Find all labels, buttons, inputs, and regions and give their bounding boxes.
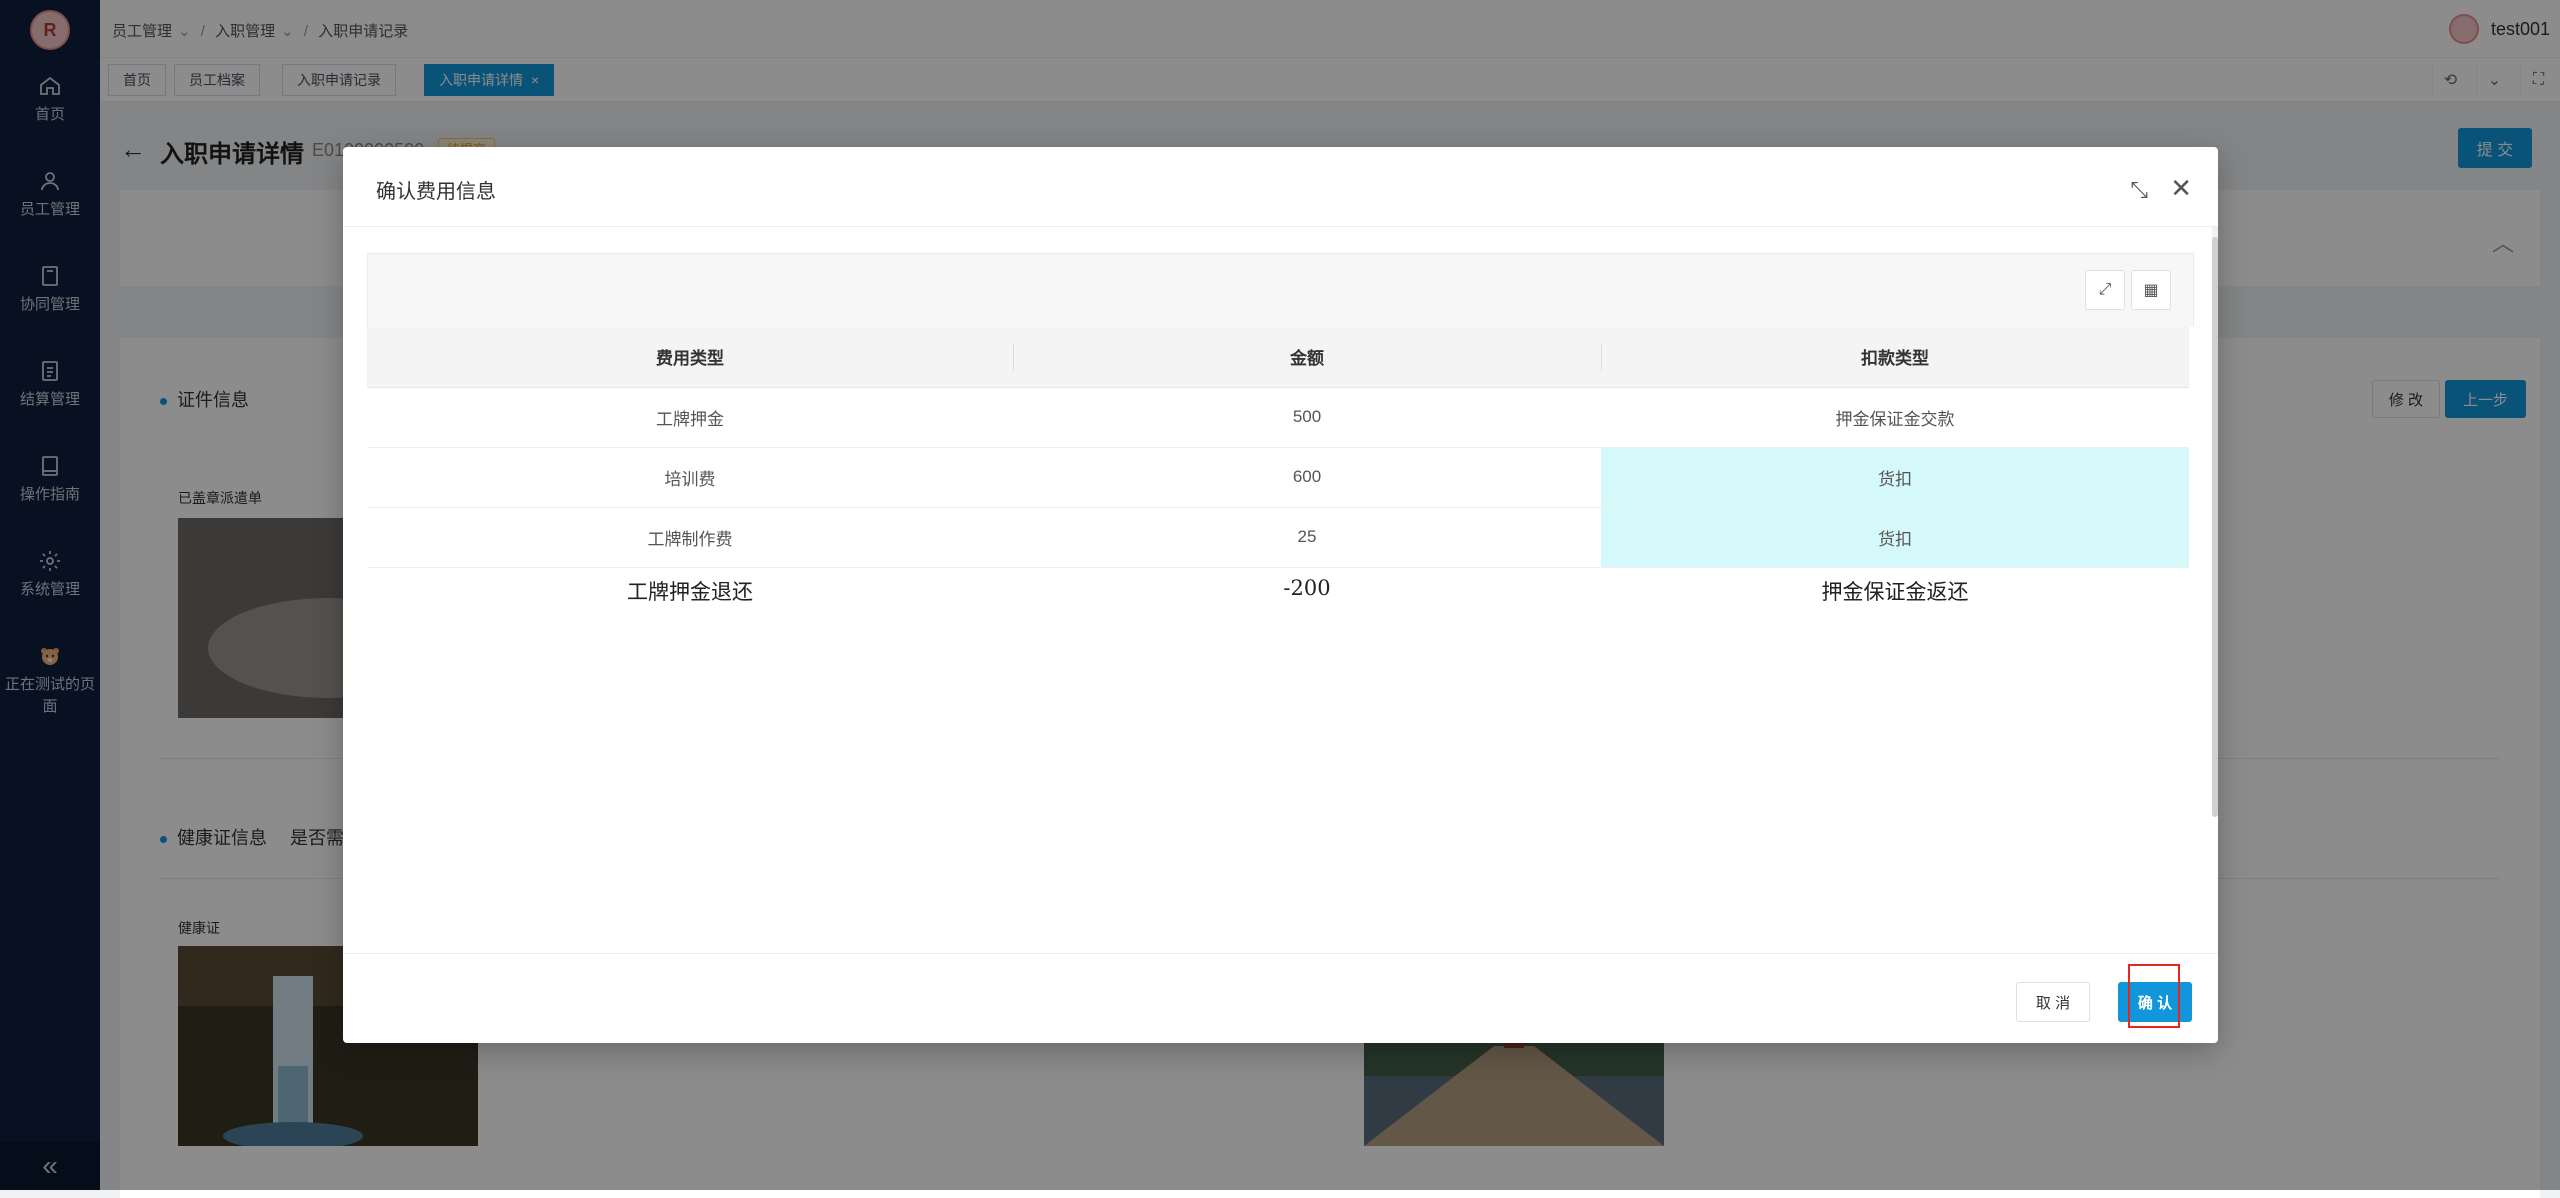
column-settings-button[interactable]: ▦ bbox=[2131, 270, 2171, 310]
dialog-footer: 取 消 确 认 bbox=[343, 953, 2218, 1043]
dialog-header: 确认费用信息 ⤡ ✕ bbox=[343, 147, 2218, 227]
table-fullscreen-button[interactable]: ⤢ bbox=[2085, 270, 2125, 310]
table-toolbar: ⤢ ▦ bbox=[367, 253, 2194, 327]
expand-icon: ⤢ bbox=[2098, 281, 2112, 298]
fee-confirm-dialog: 确认费用信息 ⤡ ✕ ⤢ ▦ 费用类型 金额 扣款类型 工牌押金 500 押金保… bbox=[343, 147, 2218, 1043]
table-row[interactable]: 工牌押金 500 押金保证金交款 bbox=[367, 387, 2189, 448]
amount-cell: 25 bbox=[1013, 507, 1601, 568]
table-row[interactable]: 培训费 600 货扣 bbox=[367, 447, 2189, 508]
confirm-button[interactable]: 确 认 bbox=[2118, 982, 2192, 1022]
fee-type-cell: 工牌押金退还 bbox=[627, 579, 753, 604]
close-icon[interactable]: ✕ bbox=[2170, 173, 2192, 204]
cancel-button[interactable]: 取 消 bbox=[2016, 982, 2090, 1022]
deduction-type-cell: 押金保证金返还 bbox=[1821, 579, 1969, 604]
deduction-type-cell: 押金保证金交款 bbox=[1601, 387, 2189, 448]
grid-icon: ▦ bbox=[2143, 282, 2159, 299]
fee-type-cell: 培训费 bbox=[367, 447, 1013, 508]
fee-type-cell: 工牌押金 bbox=[367, 387, 1013, 448]
amount-cell: 600 bbox=[1013, 447, 1601, 508]
amount-cell: -200 bbox=[1283, 575, 1331, 600]
table-header-row: 费用类型 金额 扣款类型 bbox=[367, 327, 2189, 388]
column-header[interactable]: 扣款类型 bbox=[1601, 327, 2189, 388]
deduction-type-cell: 货扣 bbox=[1601, 507, 2189, 568]
amount-cell: 500 bbox=[1013, 387, 1601, 448]
maximize-icon[interactable]: ⤡ bbox=[2130, 177, 2148, 203]
fee-table: 费用类型 金额 扣款类型 工牌押金 500 押金保证金交款 培训费 600 货扣… bbox=[367, 327, 2189, 611]
dialog-body: ⤢ ▦ 费用类型 金额 扣款类型 工牌押金 500 押金保证金交款 培训费 60… bbox=[367, 253, 2194, 923]
dialog-scrollbar-thumb[interactable] bbox=[2212, 237, 2218, 817]
column-header[interactable]: 费用类型 bbox=[367, 327, 1013, 388]
table-row[interactable]: 工牌押金退还 -200 押金保证金返还 bbox=[367, 567, 2189, 611]
deduction-type-cell: 货扣 bbox=[1601, 447, 2189, 508]
dialog-title: 确认费用信息 bbox=[376, 181, 496, 203]
table-row[interactable]: 工牌制作费 25 货扣 bbox=[367, 507, 2189, 568]
column-header[interactable]: 金额 bbox=[1013, 327, 1601, 388]
fee-type-cell: 工牌制作费 bbox=[367, 507, 1013, 568]
